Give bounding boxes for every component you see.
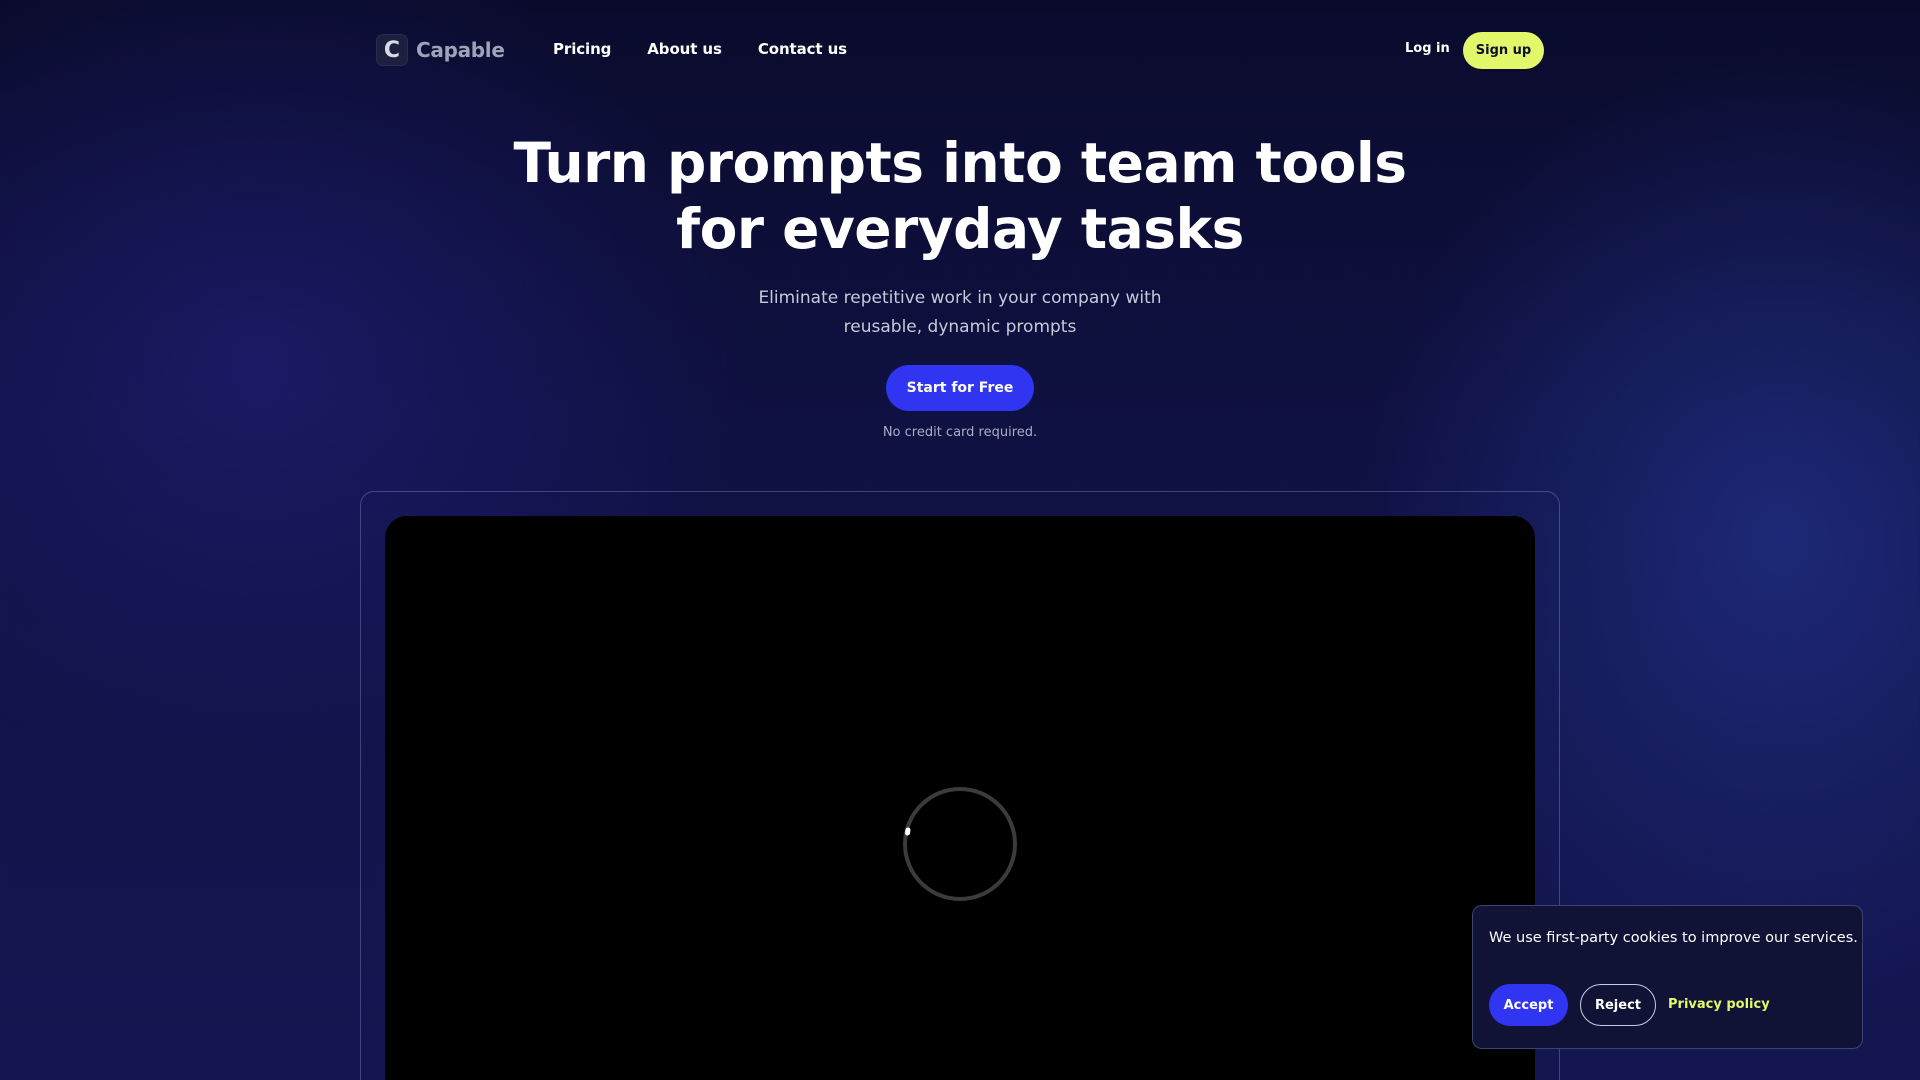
hero-subtitle: Eliminate repetitive work in your compan…	[710, 284, 1210, 342]
nav-link-pricing[interactable]: Pricing	[553, 40, 611, 58]
login-link[interactable]: Log in	[1405, 41, 1450, 56]
nav-link-contact-us[interactable]: Contact us	[758, 40, 847, 58]
no-credit-card-note: No credit card required.	[882, 425, 1038, 440]
start-for-free-button[interactable]: Start for Free	[886, 365, 1034, 411]
hero-subtitle-line-1: Eliminate repetitive work in your compan…	[758, 288, 1162, 308]
hero-title-line-1: Turn prompts into team tools	[513, 131, 1407, 195]
reject-cookies-button[interactable]: Reject	[1580, 984, 1656, 1026]
cookie-message: We use first-party cookies to improve ou…	[1489, 930, 1858, 946]
logo-icon: C	[376, 34, 408, 66]
hero-subtitle-line-2: reusable, dynamic prompts	[843, 317, 1077, 337]
accept-cookies-button[interactable]: Accept	[1489, 984, 1568, 1026]
logo[interactable]: C Capable	[376, 34, 505, 66]
cookie-banner: We use first-party cookies to improve ou…	[1472, 905, 1863, 1049]
brand-name: Capable	[416, 38, 505, 62]
top-navigation: C Capable Pricing About us Contact us Lo…	[0, 0, 1920, 100]
nav-links: Pricing About us Contact us	[553, 40, 847, 58]
signup-button[interactable]: Sign up	[1463, 32, 1544, 69]
hero-title-line-2: for everyday tasks	[676, 197, 1244, 261]
privacy-policy-link[interactable]: Privacy policy	[1668, 997, 1770, 1012]
nav-link-about-us[interactable]: About us	[647, 40, 722, 58]
hero-title: Turn prompts into team tools for everyda…	[0, 130, 1920, 262]
spinner-icon	[903, 787, 1017, 901]
